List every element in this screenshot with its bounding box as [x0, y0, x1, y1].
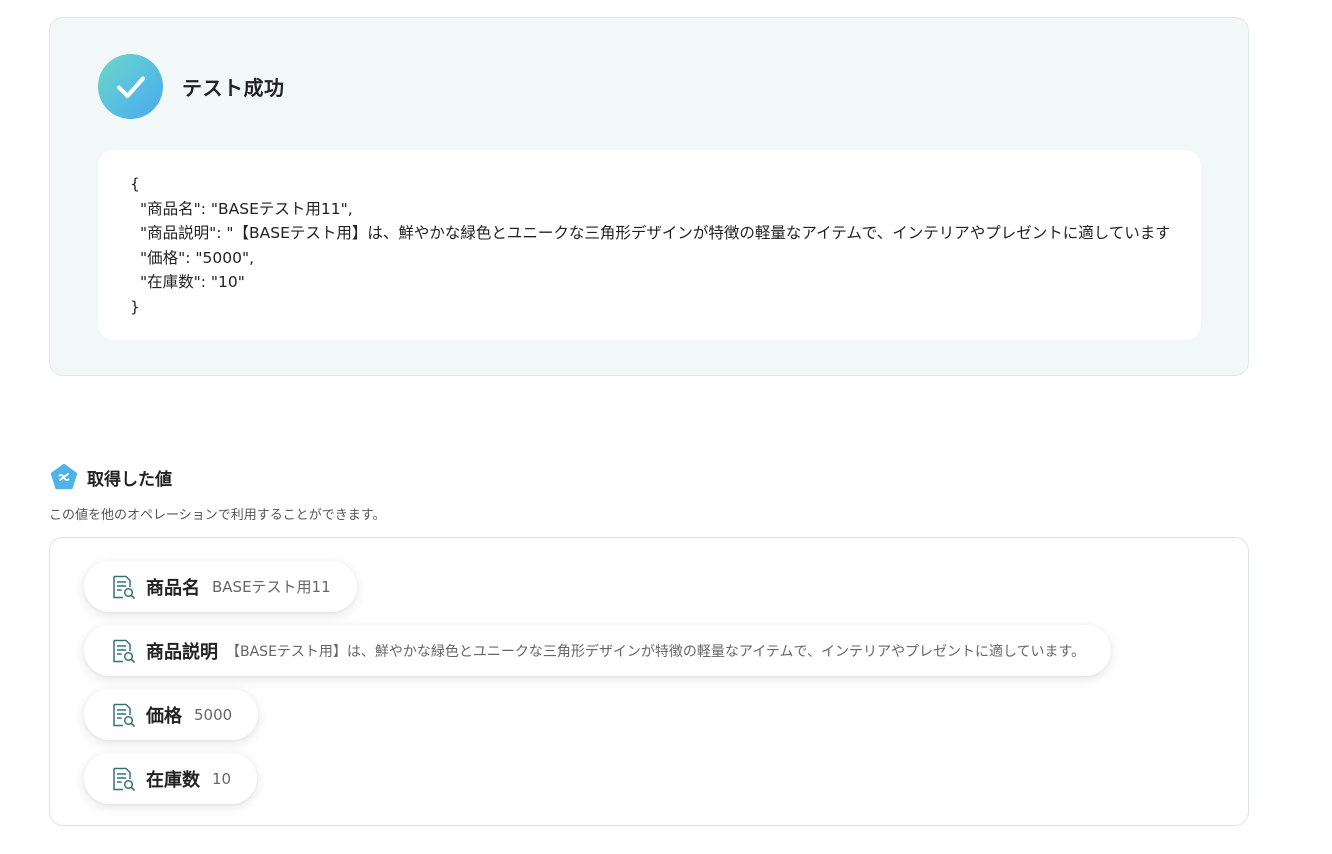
retrieved-values-card: 商品名 BASEテスト用11 商品説明 【BASEテスト用】は、鮮やかな緑色とユ…	[49, 537, 1249, 826]
section-title: 取得した値	[87, 469, 172, 490]
json-line: }	[130, 297, 140, 316]
success-header: テスト成功	[98, 54, 285, 119]
chip-label: 在庫数	[146, 769, 200, 791]
value-chip-price[interactable]: 価格 5000	[84, 689, 259, 740]
chip-value: 5000	[194, 705, 233, 724]
document-search-icon	[113, 575, 135, 599]
json-line: "在庫数": "10"	[140, 273, 245, 291]
json-output: { "商品名": "BASEテスト用11", "商品説明": "【BASEテスト…	[98, 150, 1201, 340]
document-search-icon	[113, 703, 135, 727]
chip-value: BASEテスト用11	[212, 578, 331, 596]
chip-label: 商品説明	[146, 641, 218, 663]
retrieved-values-header: 取得した値	[50, 463, 172, 491]
value-chip-stock[interactable]: 在庫数 10	[84, 753, 258, 804]
section-description: この値を他のオペレーションで利用することができます。	[49, 508, 386, 523]
test-result-card: テスト成功 { "商品名": "BASEテスト用11", "商品説明": "【B…	[49, 17, 1249, 376]
json-line: "商品名": "BASEテスト用11",	[140, 199, 353, 218]
chip-value: 【BASEテスト用】は、鮮やかな緑色とユニークな三角形デザインが特徴の軽量なアイ…	[226, 643, 1086, 660]
variable-pentagon-icon	[50, 463, 78, 490]
page: テスト成功 { "商品名": "BASEテスト用11", "商品説明": "【B…	[0, 0, 1332, 854]
chip-value: 10	[212, 769, 232, 788]
check-circle-icon	[98, 54, 163, 119]
chip-label: 商品名	[146, 577, 200, 599]
chip-label: 価格	[146, 705, 182, 727]
success-title: テスト成功	[182, 76, 285, 100]
json-line: "価格": "5000",	[140, 248, 255, 267]
json-line: "商品説明": "【BASEテスト用】は、鮮やかな緑色とユニークな三角形デザイン…	[140, 224, 1169, 242]
value-chip-product-description[interactable]: 商品説明 【BASEテスト用】は、鮮やかな緑色とユニークな三角形デザインが特徴の…	[84, 625, 1112, 676]
json-line: {	[130, 175, 140, 193]
document-search-icon	[113, 767, 135, 791]
document-search-icon	[113, 639, 135, 663]
value-chip-product-name[interactable]: 商品名 BASEテスト用11	[84, 561, 357, 612]
